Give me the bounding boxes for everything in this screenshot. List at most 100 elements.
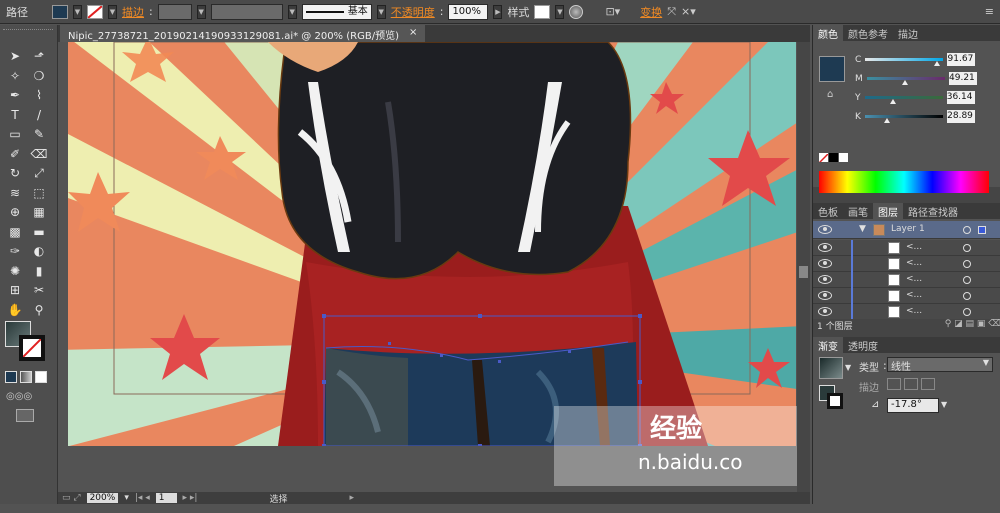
stroke-swatch[interactable] (87, 4, 103, 19)
channel-value[interactable]: 91.67 (947, 53, 976, 66)
stroke-weight-dropdown[interactable]: ▼ (196, 4, 206, 19)
recolor-artwork-icon[interactable] (569, 4, 584, 19)
slider-handle[interactable] (933, 61, 940, 66)
transform-icon[interactable]: ⤧ (667, 5, 676, 19)
gradient-button[interactable] (20, 371, 32, 383)
slice-tool[interactable]: ✂ (29, 281, 49, 299)
stroke-weight-field[interactable] (157, 3, 192, 20)
visibility-eye-icon[interactable] (818, 225, 832, 234)
eraser-tool[interactable]: ⌫ (29, 145, 49, 163)
stroke-box[interactable] (19, 335, 45, 361)
direct-select-tool[interactable]: ⬏ (29, 47, 49, 65)
out-of-web-icon[interactable]: ⌂ (827, 89, 833, 100)
select-tool[interactable]: ➤ (5, 47, 25, 65)
gradient-type-select[interactable]: 线性 ▼ (887, 357, 993, 373)
rectangle-tool[interactable]: ▭ (5, 125, 25, 143)
visibility-eye-icon[interactable] (818, 275, 832, 284)
none-swatch[interactable] (819, 153, 828, 162)
align-icon[interactable]: ⊡▾ (605, 5, 620, 18)
fill-swatch[interactable] (52, 4, 68, 19)
screen-mode-button[interactable] (16, 409, 34, 422)
variable-width-profile[interactable] (210, 3, 283, 20)
angle-field[interactable]: -17.8° (887, 398, 939, 413)
brush-dropdown[interactable]: ▼ (376, 4, 386, 19)
gradient-fill-stroke[interactable] (819, 385, 843, 409)
sublayer-name[interactable]: <... (906, 258, 922, 268)
white-swatch[interactable] (839, 153, 848, 162)
artboard-artwork[interactable] (68, 42, 796, 446)
visibility-eye-icon[interactable] (818, 291, 832, 300)
layer-target-icon[interactable] (963, 226, 971, 234)
channel-slider[interactable] (864, 115, 943, 123)
tab-pathfinder[interactable]: 路径查找器 (903, 203, 963, 219)
target-icon[interactable] (963, 244, 971, 252)
close-tab-icon[interactable]: × (409, 27, 417, 40)
sublayer-name[interactable]: <... (906, 274, 922, 284)
panel-menu-icon[interactable]: ≡ (985, 5, 1000, 18)
gradient-preview-dropdown[interactable]: ▼ (845, 363, 851, 372)
toolbar-grip[interactable] (3, 29, 53, 39)
sublayer-row[interactable]: <... (813, 256, 1000, 272)
brush-definition[interactable]: 基本 (301, 3, 372, 20)
hand-tool[interactable]: ✋ (5, 301, 25, 319)
document-tab[interactable]: Nipic_27738721_20190214190933129081.ai* … (60, 25, 426, 42)
slider-handle[interactable] (902, 80, 909, 85)
paintbrush-tool[interactable]: ✎ (29, 125, 49, 143)
layer-actions-icons[interactable]: ⚲ ◪ ▤ ▣ ⌫ (945, 319, 1000, 333)
draw-mode-buttons[interactable]: ◎◎◎ (6, 391, 32, 402)
lasso-tool[interactable]: ❍ (29, 67, 49, 85)
angle-dropdown[interactable]: ▼ (941, 400, 947, 409)
expand-arrow-icon[interactable]: ▼ (859, 224, 866, 234)
status-menu-arrow[interactable]: ▸ (349, 493, 354, 503)
curvature-tool[interactable]: ⌇ (29, 86, 49, 104)
graphic-style-swatch[interactable] (534, 4, 551, 19)
black-swatch[interactable] (829, 153, 838, 162)
sublayer-name[interactable]: <... (906, 290, 922, 300)
stroke-dropdown[interactable]: ▼ (108, 4, 117, 19)
transform-link[interactable]: 变换 (640, 4, 662, 20)
rotate-tool[interactable]: ↻ (5, 164, 25, 182)
visibility-eye-icon[interactable] (818, 307, 832, 316)
free-transform-tool[interactable]: ⬚ (29, 184, 49, 202)
color-swatch[interactable] (819, 56, 845, 82)
canvas-area[interactable]: 经验 n.baidu.co (58, 42, 810, 504)
sublayer-row[interactable]: <... (813, 240, 1000, 256)
scale-tool[interactable]: ⤢ (29, 164, 49, 182)
target-icon[interactable] (963, 276, 971, 284)
profile-dropdown[interactable]: ▼ (287, 4, 297, 19)
visibility-eye-icon[interactable] (818, 243, 832, 252)
channel-value[interactable]: 49.21 (948, 72, 977, 85)
sublayer-name[interactable]: <... (906, 242, 922, 252)
perspective-tool[interactable]: ▦ (29, 203, 49, 221)
selection-indicator[interactable] (978, 226, 986, 234)
tab-layers[interactable]: 图层 (873, 203, 903, 219)
symbol-sprayer-tool[interactable]: ✺ (5, 262, 25, 280)
channel-value[interactable]: 28.89 (946, 110, 975, 123)
color-spectrum[interactable] (819, 171, 989, 193)
tab-swatches[interactable]: 色板 (813, 203, 843, 219)
line-tool[interactable]: / (29, 106, 49, 124)
tab-brushes[interactable]: 画笔 (843, 203, 873, 219)
tab-color-guide[interactable]: 颜色参考 (843, 25, 893, 41)
sublayer-name[interactable]: <... (906, 306, 922, 316)
gradient-preview[interactable] (819, 357, 843, 379)
scroll-thumb[interactable] (799, 266, 808, 278)
sublayer-row[interactable]: <... (813, 272, 1000, 288)
style-dropdown[interactable]: ▼ (555, 4, 565, 19)
opacity-link[interactable]: 不透明度 (391, 4, 435, 20)
channel-slider[interactable] (866, 77, 945, 85)
type-tool[interactable]: T (5, 106, 25, 124)
tab-color[interactable]: 颜色 (813, 25, 843, 41)
fill-stroke-indicator[interactable] (5, 321, 49, 361)
zoom-tool[interactable]: ⚲ (29, 301, 49, 319)
graph-tool[interactable]: ▮ (29, 262, 49, 280)
stroke-link[interactable]: 描边 (122, 4, 144, 20)
eyedropper-tool[interactable]: ✑ (5, 242, 25, 260)
mesh-tool[interactable]: ▩ (5, 223, 25, 241)
vertical-scrollbar[interactable] (797, 42, 810, 492)
prev-artboard-button[interactable]: |◂ ◂ (135, 493, 150, 503)
sublayer-row[interactable]: <... (813, 304, 1000, 320)
target-icon[interactable] (963, 260, 971, 268)
slider-handle[interactable] (889, 99, 896, 104)
next-artboard-button[interactable]: ▸ ▸| (183, 493, 198, 503)
